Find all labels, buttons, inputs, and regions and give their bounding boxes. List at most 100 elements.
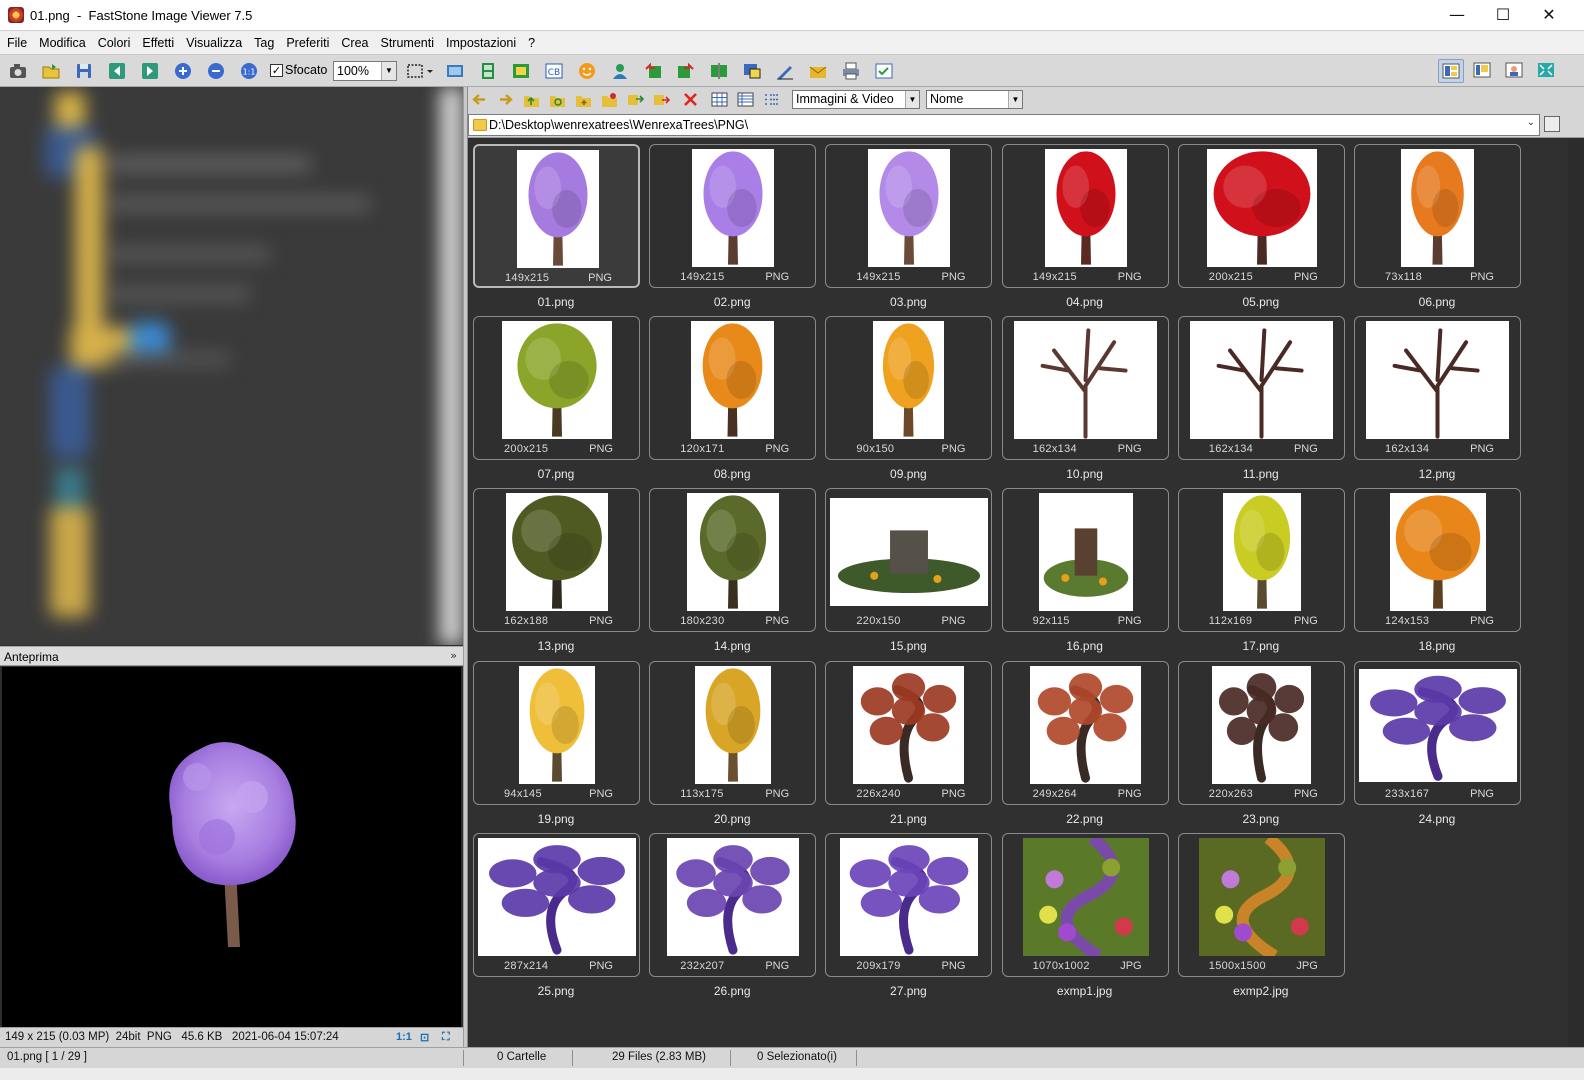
thumbnail-card[interactable]: 94x145 PNG <box>473 660 640 805</box>
thumbnail-item[interactable]: 162x134 PNG 12.png <box>1349 311 1525 483</box>
menu-file[interactable]: File <box>2 31 32 55</box>
thumbnail-card[interactable]: 287x214 PNG <box>473 832 640 977</box>
menu-visualizza[interactable]: Visualizza <box>181 31 247 55</box>
chevron-down-icon[interactable]: ▼ <box>1008 91 1022 108</box>
menu-tag[interactable]: Tag <box>249 31 279 55</box>
crop-icon[interactable] <box>742 61 762 81</box>
forward-arrow-icon[interactable] <box>497 91 514 108</box>
settings-check-icon[interactable] <box>874 61 894 81</box>
thumbnail-item[interactable]: 120x171 PNG 08.png <box>644 311 820 483</box>
rotate-right-icon[interactable] <box>676 61 696 81</box>
thumbnail-card[interactable]: 233x167 PNG <box>1354 660 1521 805</box>
menu-effetti[interactable]: Effetti <box>137 31 179 55</box>
thumbnail-card[interactable]: 162x188 PNG <box>473 488 640 633</box>
thumbnail-item[interactable]: 112x169 PNG 17.png <box>1173 483 1349 655</box>
thumbnail-item[interactable]: 180x230 PNG 14.png <box>644 483 820 655</box>
user-icon[interactable] <box>610 61 630 81</box>
close-button[interactable]: ✕ <box>1526 0 1572 30</box>
folder-up-icon[interactable] <box>523 91 540 108</box>
thumbnail-card[interactable]: 220x263 PNG <box>1177 660 1345 805</box>
print-icon[interactable] <box>841 61 861 81</box>
thumbnail-item[interactable]: 287x214 PNG 25.png <box>468 828 644 1000</box>
folder-tree-pane[interactable] <box>0 87 463 645</box>
thumbnail-card[interactable]: 149x215 PNG <box>825 144 993 288</box>
contact-sheet-icon[interactable]: CB <box>544 61 564 81</box>
delete-icon[interactable] <box>682 91 699 108</box>
save-icon[interactable] <box>74 61 94 81</box>
thumbnail-card[interactable]: 149x215 PNG <box>473 144 640 288</box>
open-folder-icon[interactable] <box>41 61 61 81</box>
menu-strumenti[interactable]: Strumenti <box>375 31 439 55</box>
thumbnail-item[interactable]: 232x207 PNG 26.png <box>644 828 820 1000</box>
thumbnail-card[interactable]: 149x215 PNG <box>1001 144 1169 288</box>
thumbnail-card[interactable]: 124x153 PNG <box>1354 488 1521 633</box>
menu-preferiti[interactable]: Preferiti <box>281 31 334 55</box>
sort-dropdown[interactable]: Nome ▼ <box>926 90 1023 109</box>
thumbnail-card[interactable]: 162x134 PNG <box>1177 316 1345 461</box>
layout-filmstrip-icon[interactable] <box>1470 59 1496 83</box>
rotate-left-icon[interactable] <box>643 61 663 81</box>
zoom-out-icon[interactable] <box>206 61 226 81</box>
thumbnail-card[interactable]: 162x134 PNG <box>1354 316 1521 461</box>
thumbnail-item[interactable]: 233x167 PNG 24.png <box>1349 656 1525 828</box>
chevron-down-icon[interactable]: ⌄ <box>1527 117 1535 128</box>
thumbnail-item[interactable]: 113x175 PNG 20.png <box>644 656 820 828</box>
chevron-down-icon[interactable]: ▼ <box>381 62 396 80</box>
thumbnail-card[interactable]: 92x115 PNG <box>1001 488 1169 633</box>
favorite-folder-icon[interactable] <box>601 91 618 108</box>
thumbnail-card[interactable]: 232x207 PNG <box>649 832 817 977</box>
history-icon[interactable] <box>1544 116 1560 132</box>
menu-colori[interactable]: Colori <box>93 31 136 55</box>
minimize-button[interactable]: — <box>1434 0 1480 30</box>
copy-to-icon[interactable] <box>627 91 645 108</box>
thumbnail-item[interactable]: 149x215 PNG 02.png <box>644 139 820 311</box>
list-view-icon[interactable] <box>737 91 754 108</box>
thumbnail-item[interactable]: 149x215 PNG 03.png <box>820 139 996 311</box>
actual-size-icon[interactable]: 1:1 <box>239 61 259 81</box>
thumbnail-item[interactable]: 162x134 PNG 11.png <box>1173 311 1349 483</box>
path-input[interactable]: D:\Desktop\wenrexatrees\WenrexaTrees\PNG… <box>468 114 1540 136</box>
thumbnail-item[interactable]: 92x115 PNG 16.png <box>997 483 1173 655</box>
layout-viewer-icon[interactable] <box>1502 59 1528 83</box>
thumbnail-card[interactable]: 112x169 PNG <box>1177 488 1345 633</box>
chevron-down-icon[interactable]: ▼ <box>905 91 919 108</box>
thumbnail-card[interactable]: 180x230 PNG <box>649 488 817 633</box>
thumbnail-item[interactable]: 226x240 PNG 21.png <box>820 656 996 828</box>
compare-icon[interactable] <box>511 61 531 81</box>
thumbnail-item[interactable]: 200x215 PNG 07.png <box>468 311 644 483</box>
thumbnail-item[interactable]: 209x179 PNG 27.png <box>820 828 996 1000</box>
actual-size-button[interactable]: 1:1 <box>396 1031 412 1043</box>
thumbnail-card[interactable]: 200x215 PNG <box>1177 144 1345 288</box>
blur-checkbox[interactable]: ✓ <box>270 64 283 77</box>
thumbnail-item[interactable]: 1070x1002 JPG exmp1.jpg <box>997 828 1173 1000</box>
thumbnail-item[interactable]: 162x134 PNG 10.png <box>997 311 1173 483</box>
email-icon[interactable] <box>808 61 828 81</box>
layout-browser-icon[interactable] <box>1438 59 1464 83</box>
menu-help[interactable]: ? <box>523 31 540 55</box>
fullscreen-icon[interactable] <box>1534 59 1560 83</box>
thumbnail-card[interactable]: 113x175 PNG <box>649 660 817 805</box>
thumbnail-item[interactable]: 124x153 PNG 18.png <box>1349 483 1525 655</box>
previous-image-icon[interactable] <box>107 61 127 81</box>
slideshow-icon[interactable] <box>445 61 465 81</box>
thumbnail-card[interactable]: 120x171 PNG <box>649 316 817 461</box>
thumbnail-item[interactable]: 149x215 PNG 04.png <box>997 139 1173 311</box>
fit-window-icon[interactable]: ⛶ <box>442 1031 450 1044</box>
camera-icon[interactable] <box>8 61 28 81</box>
draw-icon[interactable] <box>775 61 795 81</box>
thumbnail-card[interactable]: 162x134 PNG <box>1001 316 1169 461</box>
thumbnail-item[interactable]: 162x188 PNG 13.png <box>468 483 644 655</box>
maximize-button[interactable]: ☐ <box>1480 0 1526 30</box>
back-arrow-icon[interactable] <box>471 91 488 108</box>
menu-crea[interactable]: Crea <box>336 31 373 55</box>
thumbnail-card[interactable]: 1070x1002 JPG <box>1001 832 1169 977</box>
new-folder-icon[interactable] <box>575 91 592 108</box>
thumbnail-card[interactable]: 1500x1500 JPG <box>1177 832 1345 977</box>
thumbnail-item[interactable]: 249x264 PNG 22.png <box>997 656 1173 828</box>
fit-icon[interactable]: ⊡ <box>420 1031 429 1044</box>
thumbnail-card[interactable]: 220x150 PNG <box>825 488 993 633</box>
thumbnail-item[interactable]: 94x145 PNG 19.png <box>468 656 644 828</box>
thumbnail-item[interactable]: 1500x1500 JPG exmp2.jpg <box>1173 828 1349 1000</box>
smiley-icon[interactable] <box>577 61 597 81</box>
thumbnail-item[interactable]: 220x263 PNG 23.png <box>1173 656 1349 828</box>
